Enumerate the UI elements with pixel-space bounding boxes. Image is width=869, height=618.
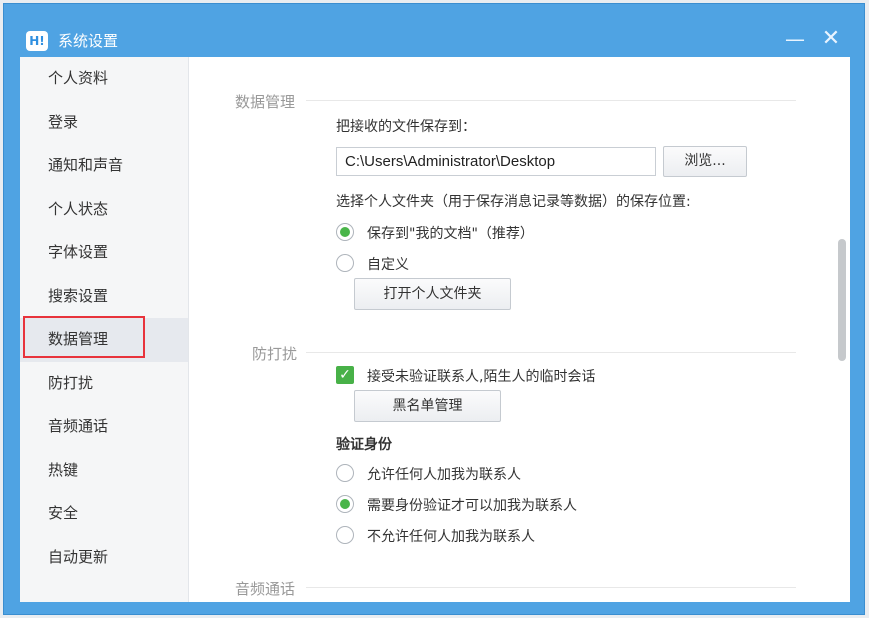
sidebar-item-label: 个人状态 bbox=[48, 199, 109, 218]
section-title-audio-call: 音频通话 bbox=[235, 580, 296, 598]
radio-require-verification[interactable] bbox=[336, 495, 354, 513]
save-to-label: 把接收的文件保存到： bbox=[336, 119, 476, 135]
settings-panel: 数据管理 把接收的文件保存到： C:\Users\Administrator\D… bbox=[189, 57, 850, 602]
sidebar-item-label: 登录 bbox=[48, 112, 79, 131]
selection-highlight bbox=[23, 316, 145, 358]
section-title-data-management: 数据管理 bbox=[235, 93, 296, 111]
title-bar[interactable]: H! 系统设置 — ✕ bbox=[4, 4, 864, 56]
sidebar-item-hotkeys[interactable]: 热键 bbox=[20, 449, 188, 493]
sidebar-item-font[interactable]: 字体设置 bbox=[20, 231, 188, 275]
radio-disallow-anyone[interactable] bbox=[336, 526, 354, 544]
option-disallow-anyone-label: 不允许任何人加我为联系人 bbox=[367, 529, 535, 545]
sidebar-item-search[interactable]: 搜索设置 bbox=[20, 275, 188, 319]
sidebar-item-label: 个人资料 bbox=[48, 69, 109, 87]
settings-content: 个人资料 登录 通知和声音 个人状态 字体设置 搜索设置 数据管理 防打扰 音频… bbox=[20, 57, 850, 602]
sidebar-item-label: 安全 bbox=[48, 504, 79, 522]
option-allow-anyone-label: 允许任何人加我为联系人 bbox=[367, 467, 521, 483]
sidebar-item-notifications[interactable]: 通知和声音 bbox=[20, 144, 188, 188]
sidebar-item-label: 字体设置 bbox=[48, 243, 109, 261]
radio-allow-anyone[interactable] bbox=[336, 464, 354, 482]
sidebar-item-do-not-disturb[interactable]: 防打扰 bbox=[20, 362, 188, 406]
sidebar-item-label: 自动更新 bbox=[48, 547, 109, 566]
section-divider bbox=[306, 587, 796, 588]
sidebar-item-audio-call[interactable]: 音频通话 bbox=[20, 405, 188, 449]
section-title-do-not-disturb: 防打扰 bbox=[252, 345, 298, 363]
settings-window: H! 系统设置 — ✕ 个人资料 登录 通知和声音 个人状态 字体设置 搜索设置… bbox=[3, 3, 865, 615]
option-my-documents-label: 保存到"我的文档"（推荐） bbox=[367, 226, 534, 242]
sidebar-item-label: 音频通话 bbox=[48, 417, 109, 435]
open-folder-button[interactable]: 打开个人文件夹 bbox=[354, 278, 511, 310]
accept-unverified-label: 接受未验证联系人,陌生人的临时会话 bbox=[367, 369, 596, 385]
option-require-verification-label: 需要身份验证才可以加我为联系人 bbox=[367, 498, 577, 514]
sidebar-item-label: 通知和声音 bbox=[48, 156, 124, 174]
sidebar: 个人资料 登录 通知和声音 个人状态 字体设置 搜索设置 数据管理 防打扰 音频… bbox=[20, 57, 189, 602]
browse-button[interactable]: 浏览... bbox=[663, 146, 747, 177]
folder-location-label: 选择个人文件夹（用于保存消息记录等数据）的保存位置: bbox=[336, 194, 691, 210]
scrollbar-thumb[interactable] bbox=[838, 239, 846, 361]
radio-custom[interactable] bbox=[336, 254, 354, 272]
sidebar-item-label: 热键 bbox=[48, 460, 79, 479]
sidebar-item-data-management[interactable]: 数据管理 bbox=[20, 316, 188, 362]
sidebar-item-auto-update[interactable]: 自动更新 bbox=[20, 536, 188, 580]
verify-identity-title: 验证身份 bbox=[336, 437, 392, 453]
sidebar-item-profile[interactable]: 个人资料 bbox=[20, 57, 188, 101]
app-logo-icon: H! bbox=[26, 31, 48, 51]
window-title: 系统设置 bbox=[58, 32, 119, 50]
minimize-button[interactable]: — bbox=[782, 26, 808, 52]
sidebar-item-status[interactable]: 个人状态 bbox=[20, 188, 188, 232]
section-divider bbox=[306, 100, 796, 101]
save-path-input[interactable]: C:\Users\Administrator\Desktop bbox=[336, 147, 656, 176]
section-divider bbox=[306, 352, 796, 353]
sidebar-item-login[interactable]: 登录 bbox=[20, 101, 188, 145]
radio-my-documents[interactable] bbox=[336, 223, 354, 241]
option-custom-label: 自定义 bbox=[367, 257, 409, 273]
close-button[interactable]: ✕ bbox=[818, 26, 844, 52]
blacklist-button[interactable]: 黑名单管理 bbox=[354, 390, 501, 422]
sidebar-item-label: 搜索设置 bbox=[48, 286, 109, 305]
sidebar-item-security[interactable]: 安全 bbox=[20, 492, 188, 536]
sidebar-item-label: 防打扰 bbox=[48, 373, 94, 392]
accept-unverified-checkbox[interactable]: ✓ bbox=[336, 366, 354, 384]
